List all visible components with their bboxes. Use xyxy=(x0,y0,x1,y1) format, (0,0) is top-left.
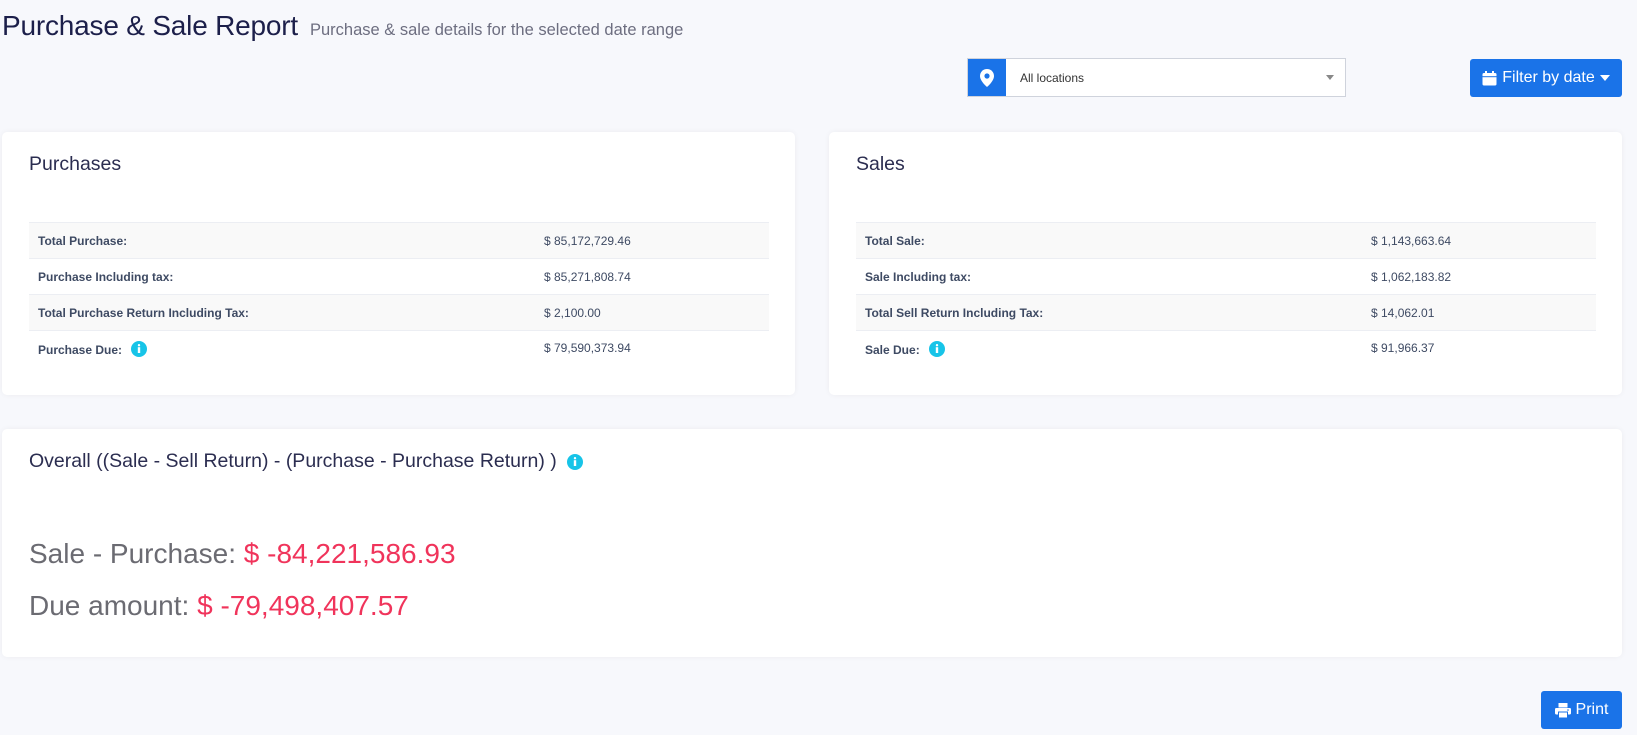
location-select[interactable]: All locations xyxy=(967,58,1346,97)
page-title: Purchase & Sale Report xyxy=(2,10,298,41)
page-header: Purchase & Sale Report Purchase & sale d… xyxy=(2,10,683,42)
filter-by-date-label: Filter by date xyxy=(1502,69,1595,86)
table-row: Sale Due: $ 91,966.37 xyxy=(856,330,1596,371)
sell-return-value: $ 14,062.01 xyxy=(1362,294,1596,331)
sale-due-cell: Sale Due: xyxy=(856,330,1362,371)
table-row: Purchase Due: $ 79,590,373.94 xyxy=(29,330,769,371)
purchase-incl-tax-value: $ 85,271,808.74 xyxy=(535,258,769,295)
purchases-table: Total Purchase: $ 85,172,729.46 Purchase… xyxy=(29,222,769,371)
info-icon[interactable] xyxy=(929,340,946,357)
overall-title: Overall ((Sale - Sell Return) - (Purchas… xyxy=(29,450,557,472)
calendar-icon xyxy=(1482,70,1497,86)
info-icon[interactable] xyxy=(131,340,148,357)
purchase-return-label: Total Purchase Return Including Tax: xyxy=(29,294,535,331)
sale-minus-purchase-label: Sale - Purchase: xyxy=(29,538,236,569)
purchase-incl-tax-label: Purchase Including tax: xyxy=(29,258,535,295)
overall-card: Overall ((Sale - Sell Return) - (Purchas… xyxy=(2,429,1622,657)
print-button[interactable]: Print xyxy=(1541,691,1622,729)
total-sale-label: Total Sale: xyxy=(856,222,1362,259)
table-row: Total Sell Return Including Tax: $ 14,06… xyxy=(856,294,1596,331)
table-row: Total Purchase Return Including Tax: $ 2… xyxy=(29,294,769,331)
table-row: Sale Including tax: $ 1,062,183.82 xyxy=(856,258,1596,295)
due-amount-label: Due amount: xyxy=(29,590,190,621)
table-row: Total Sale: $ 1,143,663.64 xyxy=(856,222,1596,259)
sell-return-label: Total Sell Return Including Tax: xyxy=(856,294,1362,331)
purchase-sale-report-page: Purchase & Sale Report Purchase & sale d… xyxy=(0,0,1637,735)
sales-title: Sales xyxy=(856,153,905,175)
purchases-card: Purchases Total Purchase: $ 85,172,729.4… xyxy=(2,132,795,395)
print-label: Print xyxy=(1575,701,1609,718)
info-icon[interactable] xyxy=(566,453,583,470)
sale-due-value: $ 91,966.37 xyxy=(1362,330,1596,371)
overall-title-row: Overall ((Sale - Sell Return) - (Purchas… xyxy=(29,450,583,473)
map-marker-icon xyxy=(968,59,1006,96)
sales-table: Total Sale: $ 1,143,663.64 Sale Includin… xyxy=(856,222,1596,371)
table-row: Purchase Including tax: $ 85,271,808.74 xyxy=(29,258,769,295)
purchases-title: Purchases xyxy=(29,153,122,175)
due-amount-value: $ -79,498,407.57 xyxy=(197,590,409,621)
purchase-due-cell: Purchase Due: xyxy=(29,330,535,371)
due-amount-line: Due amount: $ -79,498,407.57 xyxy=(29,590,409,622)
sales-card: Sales Total Sale: $ 1,143,663.64 Sale In… xyxy=(829,132,1622,395)
sale-minus-purchase-value: $ -84,221,586.93 xyxy=(243,538,456,569)
purchase-due-label: Purchase Due: xyxy=(38,342,123,357)
caret-down-icon xyxy=(1599,75,1610,81)
total-purchase-label: Total Purchase: xyxy=(29,222,535,259)
total-sale-value: $ 1,143,663.64 xyxy=(1362,222,1596,259)
sale-minus-purchase-line: Sale - Purchase: $ -84,221,586.93 xyxy=(29,538,456,570)
table-row: Total Purchase: $ 85,172,729.46 xyxy=(29,222,769,259)
chevron-down-icon xyxy=(1315,59,1345,96)
location-select-value: All locations xyxy=(1020,70,1085,85)
filter-by-date-button[interactable]: Filter by date xyxy=(1470,59,1622,97)
purchase-return-value: $ 2,100.00 xyxy=(535,294,769,331)
sale-incl-tax-label: Sale Including tax: xyxy=(856,258,1362,295)
purchase-due-value: $ 79,590,373.94 xyxy=(535,330,769,371)
printer-icon xyxy=(1554,702,1571,718)
sale-incl-tax-value: $ 1,062,183.82 xyxy=(1362,258,1596,295)
total-purchase-value: $ 85,172,729.46 xyxy=(535,222,769,259)
page-subtitle: Purchase & sale details for the selected… xyxy=(310,21,684,39)
sale-due-label: Sale Due: xyxy=(865,342,920,357)
